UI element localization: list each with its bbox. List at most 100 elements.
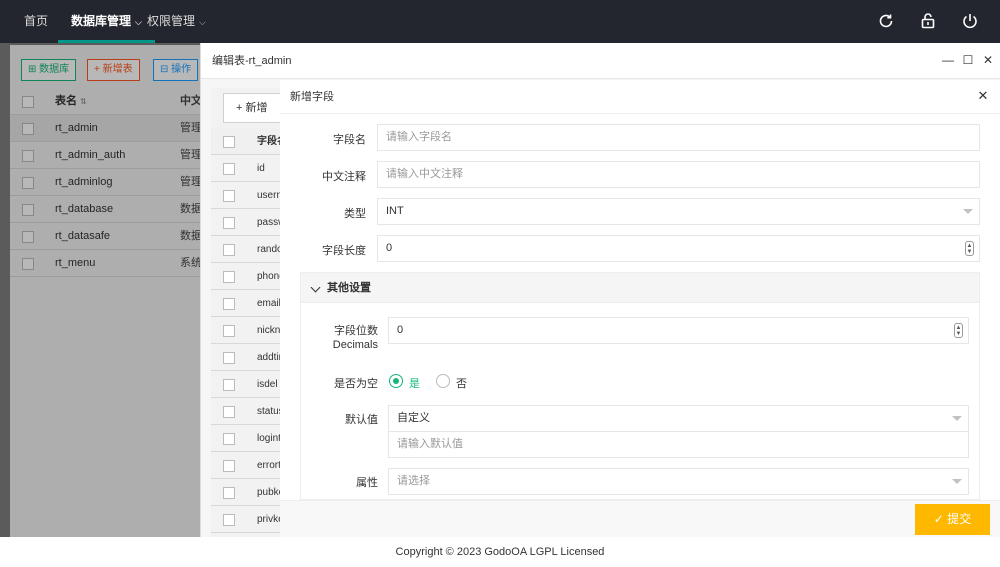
add-field-dialog: 新增字段 ✕ 字段名 请输入字段名 中文注释 请输入中文注释 类型 INT 字段… bbox=[280, 80, 1000, 537]
default-label: 默认值 bbox=[345, 414, 378, 426]
maximize-icon[interactable]: ☐ bbox=[961, 53, 975, 67]
field-row[interactable]: logintime bbox=[211, 425, 281, 452]
nav-home[interactable]: 首页 bbox=[24, 0, 48, 43]
close-icon[interactable]: ✕ bbox=[981, 53, 995, 67]
select-all-checkbox[interactable] bbox=[223, 136, 235, 148]
attribute-select[interactable]: 请选择 bbox=[388, 468, 969, 495]
row-checkbox[interactable] bbox=[223, 487, 235, 499]
stepper-icon[interactable]: ▲ ▼ bbox=[965, 241, 974, 256]
row-checkbox[interactable] bbox=[223, 217, 235, 229]
chevron-down-icon: ⌵ bbox=[135, 17, 142, 27]
panel-title: 其他设置 bbox=[327, 282, 371, 294]
field-table-header: 字段名 bbox=[211, 128, 281, 155]
row-checkbox[interactable] bbox=[223, 325, 235, 337]
decimals-label-en: Decimals bbox=[332, 339, 378, 351]
field-row[interactable]: privkey bbox=[211, 506, 281, 533]
field-row[interactable]: email bbox=[211, 290, 281, 317]
field-row[interactable]: pubkey bbox=[211, 479, 281, 506]
lock-icon[interactable] bbox=[918, 11, 938, 31]
nav-label: 权限管理 bbox=[147, 14, 196, 28]
field-name: errortime bbox=[257, 460, 281, 471]
default-select[interactable]: 自定义 bbox=[388, 405, 969, 432]
field-name: addtime bbox=[257, 352, 281, 363]
decimals-label: 字段位数 Decimals bbox=[301, 324, 378, 352]
minimize-icon[interactable]: — bbox=[941, 53, 955, 67]
field-row[interactable]: nickname bbox=[211, 317, 281, 344]
field-name: privkey bbox=[257, 514, 281, 525]
field-name: phone bbox=[257, 271, 281, 282]
field-name-placeholder: 请输入字段名 bbox=[386, 131, 452, 143]
field-name: pubkey bbox=[257, 487, 281, 498]
chevron-down-icon: ⌵ bbox=[199, 17, 206, 27]
nullable-no-label[interactable]: 否 bbox=[456, 375, 467, 391]
field-name: nickname bbox=[257, 325, 281, 336]
row-checkbox[interactable] bbox=[223, 163, 235, 175]
plus-icon: + bbox=[236, 102, 243, 114]
power-icon[interactable] bbox=[960, 11, 980, 31]
row-checkbox[interactable] bbox=[223, 514, 235, 526]
length-input[interactable]: 0 ▲ ▼ bbox=[377, 235, 980, 262]
length-label: 字段长度 bbox=[322, 245, 366, 257]
field-row[interactable]: id bbox=[211, 155, 281, 182]
button-label: 提交 bbox=[947, 512, 972, 526]
row-checkbox[interactable] bbox=[223, 433, 235, 445]
close-icon[interactable]: ✕ bbox=[976, 89, 990, 103]
type-label: 类型 bbox=[344, 208, 366, 220]
submit-button[interactable]: ✓ 提交 bbox=[915, 504, 990, 535]
nullable-no-radio[interactable] bbox=[436, 374, 450, 388]
field-name: email bbox=[257, 298, 281, 309]
field-row[interactable]: errortime bbox=[211, 452, 281, 479]
attribute-placeholder: 请选择 bbox=[397, 475, 430, 487]
nullable-yes-radio[interactable] bbox=[389, 374, 403, 388]
default-placeholder: 请输入默认值 bbox=[397, 438, 463, 450]
dialog-title: 新增字段 bbox=[280, 80, 1000, 114]
row-checkbox[interactable] bbox=[223, 190, 235, 202]
decimals-label-cn: 字段位数 bbox=[334, 325, 378, 337]
field-row[interactable]: isdel bbox=[211, 371, 281, 398]
field-row[interactable]: password bbox=[211, 209, 281, 236]
field-row[interactable]: status bbox=[211, 398, 281, 425]
field-name: password bbox=[257, 217, 281, 228]
refresh-icon[interactable] bbox=[876, 11, 896, 31]
row-checkbox[interactable] bbox=[223, 271, 235, 283]
field-row[interactable]: phone bbox=[211, 263, 281, 290]
type-select[interactable]: INT bbox=[377, 198, 980, 225]
row-checkbox[interactable] bbox=[223, 379, 235, 391]
row-checkbox[interactable] bbox=[223, 460, 235, 472]
type-value: INT bbox=[386, 205, 404, 217]
nullable-yes-label[interactable]: 是 bbox=[409, 375, 420, 391]
nav-label: 数据库管理 bbox=[71, 14, 132, 28]
field-row[interactable]: addtime bbox=[211, 344, 281, 371]
field-name-label: 字段名 bbox=[333, 134, 366, 146]
field-name: random bbox=[257, 244, 281, 255]
nullable-label: 是否为空 bbox=[334, 378, 378, 390]
field-name: username bbox=[257, 190, 281, 201]
decimals-input[interactable]: 0 ▲ ▼ bbox=[388, 317, 969, 344]
row-checkbox[interactable] bbox=[223, 298, 235, 310]
field-name: id bbox=[257, 163, 265, 174]
column-field-name: 字段名 bbox=[257, 136, 281, 147]
default-value: 自定义 bbox=[397, 412, 430, 424]
field-name: status bbox=[257, 406, 281, 417]
field-name: isdel bbox=[257, 379, 278, 390]
button-label: 新增 bbox=[245, 102, 268, 114]
row-checkbox[interactable] bbox=[223, 352, 235, 364]
other-settings-header[interactable]: 其他设置 bbox=[301, 273, 979, 303]
caret-down-icon bbox=[952, 479, 962, 484]
add-field-button[interactable]: + 新增 bbox=[223, 93, 283, 123]
nav-permission-management[interactable]: 权限管理 ⌵ bbox=[147, 0, 206, 43]
field-name-input[interactable]: 请输入字段名 bbox=[377, 124, 980, 151]
field-row[interactable]: username bbox=[211, 182, 281, 209]
other-settings-panel: 其他设置 字段位数 Decimals 0 ▲ ▼ 是否为空 是 否 默认值 自定义 请… bbox=[300, 272, 980, 500]
length-value: 0 bbox=[386, 242, 393, 254]
comment-input[interactable]: 请输入中文注释 bbox=[377, 161, 980, 188]
window-title: 编辑表-rt_admin bbox=[201, 43, 1000, 79]
row-checkbox[interactable] bbox=[223, 406, 235, 418]
nav-database-management[interactable]: 数据库管理 ⌵ bbox=[58, 0, 155, 43]
row-checkbox[interactable] bbox=[223, 244, 235, 256]
check-icon: ✓ bbox=[933, 512, 944, 526]
stepper-icon[interactable]: ▲ ▼ bbox=[954, 323, 963, 338]
field-row[interactable]: random bbox=[211, 236, 281, 263]
field-name: logintime bbox=[257, 433, 281, 444]
default-input[interactable]: 请输入默认值 bbox=[388, 431, 969, 458]
